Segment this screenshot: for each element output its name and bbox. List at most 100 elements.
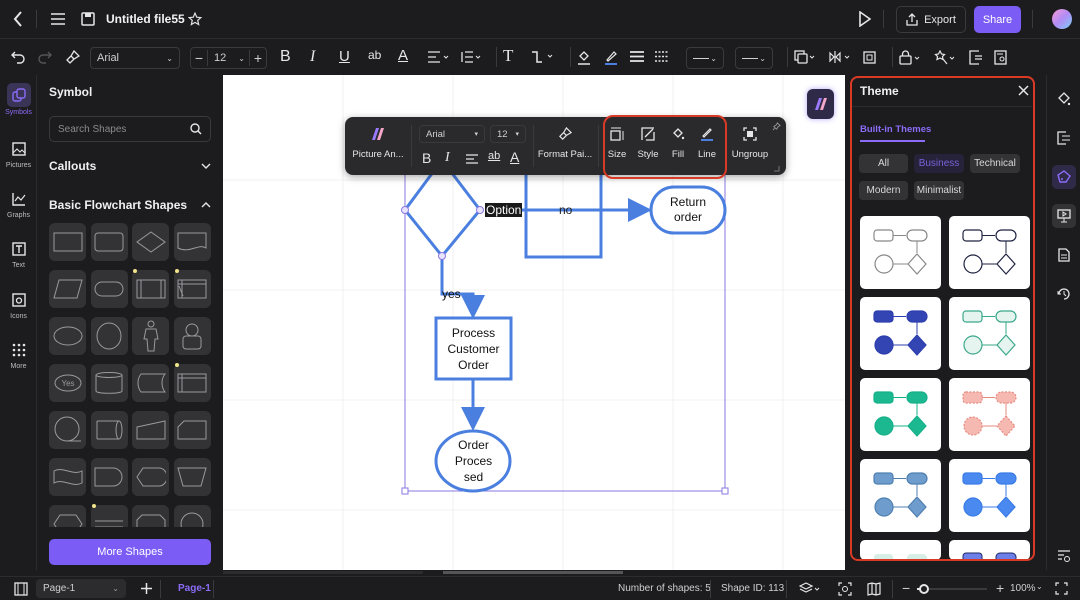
connector-button[interactable] bbox=[530, 49, 556, 65]
redo-button[interactable] bbox=[37, 49, 53, 65]
magic-button[interactable] bbox=[933, 49, 957, 65]
shape-direct-data[interactable] bbox=[90, 411, 128, 449]
document-title[interactable]: Untitled file55 bbox=[106, 12, 185, 26]
ai-assistant-button[interactable] bbox=[807, 89, 834, 119]
page-tab-active[interactable]: Page-1 bbox=[178, 583, 211, 594]
line-weight-button[interactable] bbox=[629, 49, 645, 65]
pin-icon[interactable] bbox=[772, 122, 781, 131]
font-family-select[interactable]: Arial ⌄ bbox=[90, 47, 180, 69]
present-button[interactable] bbox=[856, 10, 874, 28]
export-button[interactable]: Export bbox=[896, 6, 966, 33]
rail-icons[interactable]: Icons bbox=[0, 289, 37, 320]
user-avatar[interactable] bbox=[1052, 9, 1072, 29]
shape-circle[interactable] bbox=[90, 317, 128, 355]
shape-yes-decision[interactable]: Yes bbox=[49, 364, 86, 402]
zoom-slider[interactable] bbox=[917, 584, 987, 594]
shape-manual-operation[interactable] bbox=[173, 458, 211, 496]
align-icon[interactable] bbox=[466, 154, 478, 164]
line-color-button[interactable] bbox=[603, 49, 619, 65]
shape-loop-limit[interactable] bbox=[132, 505, 170, 527]
resize-grip-icon[interactable] bbox=[773, 165, 780, 172]
text-tool-button[interactable]: T bbox=[503, 46, 513, 66]
float-text-color-button[interactable]: A bbox=[510, 149, 519, 165]
fullscreen-icon[interactable] bbox=[1055, 582, 1068, 595]
save-button[interactable] bbox=[80, 11, 96, 27]
yes-label[interactable]: yes bbox=[442, 287, 461, 301]
fill-color-button[interactable] bbox=[576, 49, 592, 65]
rail-history-button[interactable] bbox=[1052, 282, 1076, 306]
shape-tape[interactable] bbox=[49, 458, 86, 496]
shape-connector[interactable] bbox=[173, 505, 211, 527]
float-font-select[interactable]: Arial ▾ bbox=[419, 125, 485, 143]
float-italic-button[interactable]: I bbox=[445, 150, 450, 166]
shape-internal-storage[interactable] bbox=[173, 269, 211, 308]
shape-preparation[interactable] bbox=[49, 505, 86, 527]
layers-icon[interactable] bbox=[799, 582, 821, 596]
rail-more[interactable]: More bbox=[0, 339, 37, 370]
add-page-icon[interactable] bbox=[140, 582, 153, 595]
more-shapes-button[interactable]: More Shapes bbox=[49, 539, 211, 565]
line-style-select[interactable]: ⌄ bbox=[686, 47, 724, 69]
bold-button[interactable]: B bbox=[280, 48, 291, 66]
shape-diamond[interactable] bbox=[132, 223, 170, 261]
option-label[interactable]: Option bbox=[485, 203, 523, 217]
float-size-select[interactable]: 12 ▾ bbox=[490, 125, 526, 143]
search-shapes-input[interactable]: Search Shapes bbox=[49, 116, 211, 142]
search-icon[interactable] bbox=[190, 123, 202, 135]
picture-animation-button[interactable]: Picture An... bbox=[349, 127, 407, 160]
rail-page-button[interactable] bbox=[1052, 243, 1076, 267]
section-callouts[interactable]: Callouts bbox=[49, 159, 211, 173]
no-label[interactable]: no bbox=[559, 203, 572, 217]
shape-delay[interactable] bbox=[90, 458, 128, 496]
float-strike-button[interactable]: ab bbox=[488, 150, 500, 162]
font-size-stepper[interactable]: − 12 ⌄ + bbox=[190, 47, 267, 69]
rail-graphs[interactable]: Graphs bbox=[0, 188, 37, 219]
rail-text[interactable]: Text bbox=[0, 238, 37, 269]
zoom-out-button[interactable]: − bbox=[902, 580, 910, 596]
arrange-button[interactable] bbox=[793, 49, 817, 65]
zoom-level[interactable]: 100% bbox=[1010, 583, 1036, 594]
dash-style-button[interactable] bbox=[654, 49, 670, 65]
process-order-text[interactable]: Process Customer Order bbox=[436, 325, 511, 373]
page-select[interactable]: Page-1 ⌄ bbox=[36, 579, 126, 598]
zoom-slider-thumb[interactable] bbox=[919, 584, 929, 594]
italic-button[interactable]: I bbox=[310, 48, 315, 66]
font-size-value[interactable]: 12 bbox=[208, 52, 238, 64]
share-button[interactable]: Share bbox=[974, 6, 1021, 33]
text-color-button[interactable]: A bbox=[398, 47, 408, 64]
back-button[interactable] bbox=[10, 10, 26, 28]
shape-rounded-rectangle[interactable] bbox=[90, 223, 128, 261]
rail-settings-button[interactable] bbox=[1052, 544, 1076, 568]
float-format-painter-button[interactable]: Format Pai... bbox=[536, 126, 594, 160]
strikethrough-button[interactable]: ab bbox=[368, 48, 381, 62]
focus-icon[interactable] bbox=[838, 582, 852, 596]
shape-display[interactable] bbox=[132, 458, 170, 496]
shape-predefined-process[interactable] bbox=[132, 269, 170, 308]
shape-rectangle[interactable] bbox=[49, 223, 86, 261]
find-button[interactable] bbox=[993, 49, 1009, 65]
section-basic-flowchart[interactable]: Basic Flowchart Shapes bbox=[49, 198, 211, 212]
replace-button[interactable] bbox=[968, 49, 984, 65]
menu-button[interactable] bbox=[50, 11, 66, 27]
shape-annotation[interactable] bbox=[90, 504, 128, 527]
format-painter-button[interactable] bbox=[64, 49, 80, 65]
shape-parallelogram[interactable] bbox=[49, 270, 86, 308]
align-button[interactable] bbox=[427, 50, 451, 64]
return-order-text[interactable]: Return order bbox=[651, 195, 725, 225]
shape-actor[interactable] bbox=[132, 317, 170, 355]
float-bold-button[interactable]: B bbox=[422, 150, 431, 166]
rail-presentation-button[interactable] bbox=[1052, 204, 1076, 228]
group-button[interactable] bbox=[861, 49, 877, 65]
shape-sequential-data[interactable] bbox=[49, 411, 86, 449]
page-panel-icon[interactable] bbox=[14, 582, 28, 596]
increase-font-button[interactable]: + bbox=[249, 50, 266, 66]
shape-terminator[interactable] bbox=[90, 270, 128, 308]
order-processed-text[interactable]: Order Proces sed bbox=[436, 437, 511, 485]
shape-database[interactable] bbox=[90, 364, 128, 402]
shape-manual-input[interactable] bbox=[132, 411, 170, 449]
favorite-button[interactable] bbox=[187, 11, 203, 27]
shape-document[interactable] bbox=[173, 223, 211, 261]
undo-button[interactable] bbox=[10, 49, 26, 65]
underline-button[interactable]: U bbox=[339, 48, 350, 65]
flip-button[interactable] bbox=[828, 49, 852, 65]
